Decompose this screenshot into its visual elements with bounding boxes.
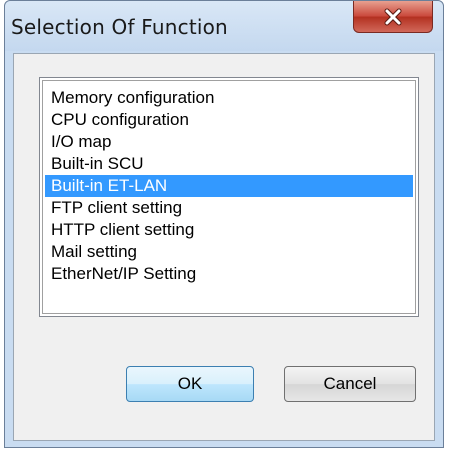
list-item-http-client-setting[interactable]: HTTP client setting [45,219,413,241]
list-item-ethernet-ip-setting[interactable]: EtherNet/IP Setting [45,263,413,285]
function-listbox[interactable]: Memory configuration CPU configuration I… [39,77,419,317]
dialog-client-area: Memory configuration CPU configuration I… [13,53,435,441]
function-list: Memory configuration CPU configuration I… [42,80,416,314]
list-item-mail-setting[interactable]: Mail setting [45,241,413,263]
selection-of-function-dialog: Selection Of Function Memory configurati… [4,0,444,448]
list-item-built-in-et-lan[interactable]: Built-in ET-LAN [45,175,413,197]
title-bar[interactable]: Selection Of Function [5,1,443,51]
ok-button[interactable]: OK [126,366,254,402]
list-item-cpu-configuration[interactable]: CPU configuration [45,109,413,131]
list-item-ftp-client-setting[interactable]: FTP client setting [45,197,413,219]
cancel-button[interactable]: Cancel [284,366,416,402]
window-title: Selection Of Function [11,15,228,39]
close-button[interactable] [353,1,433,33]
list-item-io-map[interactable]: I/O map [45,131,413,153]
list-item-built-in-scu[interactable]: Built-in SCU [45,153,413,175]
list-item-memory-configuration[interactable]: Memory configuration [45,87,413,109]
close-x-icon [384,8,402,25]
